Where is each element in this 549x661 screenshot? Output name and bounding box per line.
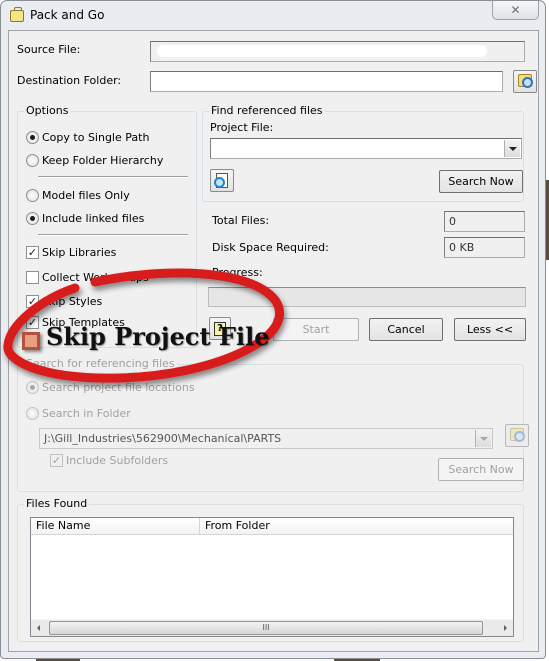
copy-single-path-radio[interactable]: [26, 131, 39, 144]
browse-destination-button[interactable]: [513, 70, 537, 93]
column-file-name[interactable]: File Name: [31, 518, 200, 535]
include-linked-files-radio[interactable]: [26, 212, 39, 225]
progress-label: Progress:: [212, 266, 263, 279]
document-search-icon: [214, 173, 228, 188]
destination-folder-label: Destination Folder:: [17, 74, 122, 87]
search-in-folder-label[interactable]: Search in Folder: [42, 407, 131, 420]
help-button[interactable]: ?: [209, 317, 231, 340]
cancel-button[interactable]: Cancel: [369, 318, 443, 341]
scroll-thumb[interactable]: III: [49, 621, 483, 635]
search-project-locations-label[interactable]: Search project file locations: [42, 381, 195, 394]
source-file-label: Source File:: [17, 43, 81, 56]
find-referenced-group: Find referenced files Project File: Sear…: [202, 104, 524, 202]
skip-templates-checkbox[interactable]: ✓: [26, 316, 39, 329]
horizontal-scrollbar[interactable]: III: [31, 619, 513, 636]
chevron-down-icon[interactable]: [475, 430, 491, 447]
options-group: Options Copy to Single Path Keep Folder …: [17, 104, 197, 348]
less-button[interactable]: Less <<: [454, 318, 526, 341]
dialog-client: Source File: Destination Folder: Options…: [8, 30, 539, 652]
keep-folder-hierarchy-radio[interactable]: [26, 154, 39, 167]
files-found-list[interactable]: File Name From Folder III: [30, 517, 514, 637]
start-button[interactable]: Start: [273, 318, 359, 341]
destination-folder-field[interactable]: [150, 71, 503, 92]
project-file-label: Project File:: [210, 121, 274, 134]
pack-and-go-window: Pack and Go ✕ Source File: Destination F…: [0, 0, 546, 659]
search-folder-value: J:\Gill_Industries\562900\Mechanical\PAR…: [44, 432, 282, 445]
search-referencing-group: Search for referencing files Search proj…: [17, 357, 529, 492]
folder-icon: [510, 428, 525, 442]
search-now-folder-button[interactable]: Search Now: [438, 458, 524, 481]
column-from-folder[interactable]: From Folder: [200, 518, 515, 535]
include-subfolders-label[interactable]: Include Subfolders: [66, 454, 168, 467]
scroll-left-icon[interactable]: [37, 625, 40, 631]
collect-workgroups-label[interactable]: Collect Workgroups: [42, 271, 149, 284]
window-title: Pack and Go: [30, 8, 105, 22]
options-separator: [38, 176, 188, 178]
search-project-locations-radio[interactable]: [26, 381, 39, 394]
model-files-only-radio[interactable]: [26, 189, 39, 202]
model-files-only-label[interactable]: Model files Only: [42, 189, 130, 202]
collect-workgroups-checkbox[interactable]: [26, 271, 39, 284]
progress-bar: [208, 287, 526, 307]
options-separator: [38, 234, 188, 236]
search-folder-combo[interactable]: J:\Gill_Industries\562900\Mechanical\PAR…: [39, 428, 493, 449]
chevron-down-icon[interactable]: [504, 140, 520, 157]
close-button[interactable]: ✕: [492, 1, 539, 20]
disk-space-label: Disk Space Required:: [212, 241, 329, 254]
browse-project-file-button[interactable]: [210, 169, 234, 192]
help-icon: ?: [214, 322, 226, 336]
folder-search-icon: [518, 74, 533, 88]
project-file-combo[interactable]: [210, 138, 522, 159]
title-bar: Pack and Go ✕: [1, 1, 545, 30]
copy-single-path-label[interactable]: Copy to Single Path: [42, 131, 149, 144]
include-linked-files-label[interactable]: Include linked files: [42, 212, 144, 225]
files-found-group: Files Found File Name From Folder III: [17, 497, 524, 642]
total-files-label: Total Files:: [212, 214, 270, 227]
keep-folder-hierarchy-label[interactable]: Keep Folder Hierarchy: [42, 154, 163, 167]
skip-libraries-label[interactable]: Skip Libraries: [42, 246, 116, 259]
search-referencing-title: Search for referencing files: [24, 357, 177, 370]
skip-libraries-checkbox[interactable]: ✓: [26, 246, 39, 259]
search-now-button[interactable]: Search Now: [439, 170, 523, 193]
source-file-field[interactable]: [150, 41, 525, 62]
skip-styles-checkbox[interactable]: ✓: [26, 295, 39, 308]
files-found-title: Files Found: [24, 497, 90, 510]
skip-styles-label[interactable]: Skip Styles: [42, 295, 102, 308]
find-referenced-title: Find referenced files: [209, 104, 325, 117]
total-files-value: 0: [444, 211, 525, 232]
list-header: File Name From Folder: [31, 518, 513, 535]
disk-space-value: 0 KB: [444, 237, 525, 258]
redaction-mark: [157, 45, 487, 57]
skip-templates-label[interactable]: Skip Templates: [42, 316, 125, 329]
options-title: Options: [24, 104, 71, 117]
include-subfolders-checkbox[interactable]: ✓: [50, 454, 63, 467]
briefcase-icon: [10, 7, 24, 22]
search-in-folder-radio[interactable]: [26, 407, 39, 420]
scroll-right-icon[interactable]: [504, 625, 507, 631]
browse-folder-button[interactable]: [505, 424, 529, 447]
